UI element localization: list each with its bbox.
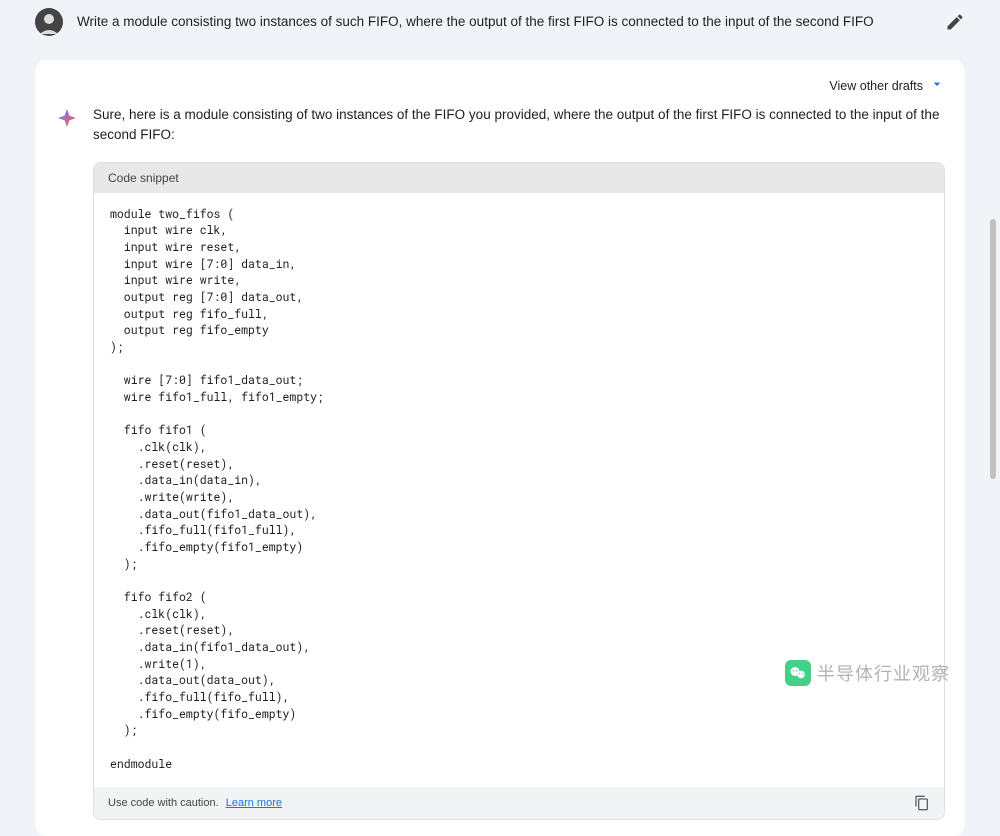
scrollbar[interactable] <box>990 219 996 479</box>
watermark-text: 半导体行业观察 <box>817 660 950 686</box>
sparkle-icon <box>55 107 79 131</box>
caution-text: Use code with caution. Learn more <box>108 797 282 809</box>
chevron-down-icon <box>929 76 945 95</box>
response-intro-text: Sure, here is a module consisting of two… <box>93 105 945 146</box>
user-avatar <box>35 8 63 36</box>
response-content: Sure, here is a module consisting of two… <box>93 105 945 826</box>
response-card: View other drafts <box>35 60 965 836</box>
user-message-row: Write a module consisting two instances … <box>35 0 965 44</box>
wechat-icon <box>785 660 811 686</box>
code-header: Code snippet <box>94 163 944 193</box>
copy-icon[interactable] <box>914 795 930 811</box>
user-message-text: Write a module consisting two instances … <box>77 13 935 32</box>
code-content: module two_fifos ( input wire clk, input… <box>94 193 944 788</box>
learn-more-link[interactable]: Learn more <box>226 797 282 809</box>
code-footer: Use code with caution. Learn more <box>94 787 944 819</box>
view-drafts-button[interactable]: View other drafts <box>829 76 945 95</box>
edit-icon[interactable] <box>945 12 965 32</box>
drafts-row: View other drafts <box>55 76 945 95</box>
drafts-label: View other drafts <box>829 79 923 93</box>
code-block: Code snippet module two_fifos ( input wi… <box>93 162 945 821</box>
response-body: Sure, here is a module consisting of two… <box>55 105 945 826</box>
watermark: 半导体行业观察 <box>785 660 950 686</box>
